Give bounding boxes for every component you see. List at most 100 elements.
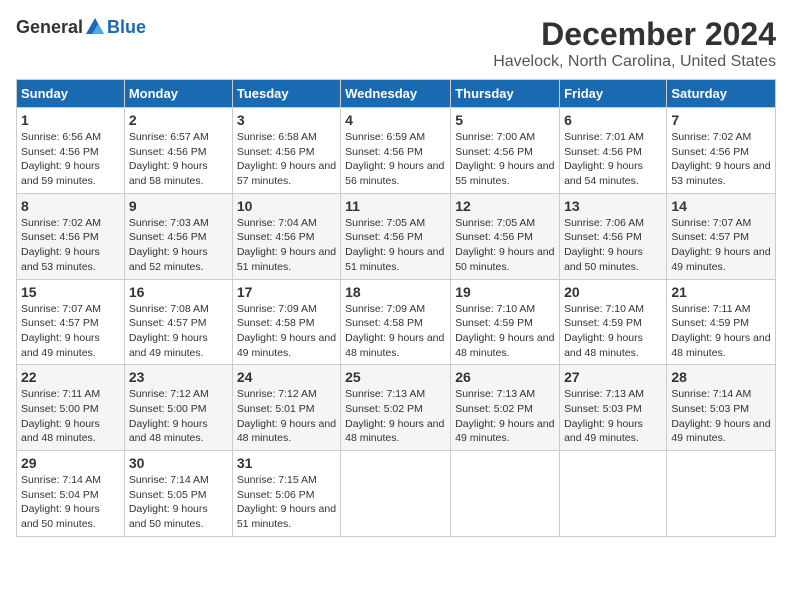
- calendar-cell: 17 Sunrise: 7:09 AM Sunset: 4:58 PM Dayl…: [232, 279, 340, 365]
- day-info: Sunrise: 7:03 AM Sunset: 4:56 PM Dayligh…: [129, 216, 228, 275]
- day-number: 27: [564, 369, 662, 385]
- calendar-cell: 25 Sunrise: 7:13 AM Sunset: 5:02 PM Dayl…: [341, 365, 451, 451]
- calendar-cell: 22 Sunrise: 7:11 AM Sunset: 5:00 PM Dayl…: [17, 365, 125, 451]
- day-info: Sunrise: 6:57 AM Sunset: 4:56 PM Dayligh…: [129, 130, 228, 189]
- day-number: 2: [129, 112, 228, 128]
- day-number: 4: [345, 112, 446, 128]
- day-number: 29: [21, 455, 120, 471]
- calendar-table: SundayMondayTuesdayWednesdayThursdayFrid…: [16, 79, 776, 537]
- day-number: 17: [237, 284, 336, 300]
- day-number: 28: [671, 369, 771, 385]
- day-info: Sunrise: 7:15 AM Sunset: 5:06 PM Dayligh…: [237, 473, 336, 532]
- day-number: 12: [455, 198, 555, 214]
- day-number: 19: [455, 284, 555, 300]
- day-info: Sunrise: 7:14 AM Sunset: 5:04 PM Dayligh…: [21, 473, 120, 532]
- calendar-cell: 27 Sunrise: 7:13 AM Sunset: 5:03 PM Dayl…: [560, 365, 667, 451]
- calendar-cell: [560, 451, 667, 537]
- day-info: Sunrise: 7:11 AM Sunset: 5:00 PM Dayligh…: [21, 387, 120, 446]
- day-info: Sunrise: 7:00 AM Sunset: 4:56 PM Dayligh…: [455, 130, 555, 189]
- calendar-cell: 5 Sunrise: 7:00 AM Sunset: 4:56 PM Dayli…: [451, 108, 560, 194]
- day-number: 21: [671, 284, 771, 300]
- day-info: Sunrise: 7:14 AM Sunset: 5:03 PM Dayligh…: [671, 387, 771, 446]
- day-info: Sunrise: 6:56 AM Sunset: 4:56 PM Dayligh…: [21, 130, 120, 189]
- calendar-cell: [341, 451, 451, 537]
- page-header: General Blue December 2024 Havelock, Nor…: [16, 16, 776, 71]
- calendar-cell: 28 Sunrise: 7:14 AM Sunset: 5:03 PM Dayl…: [667, 365, 776, 451]
- weekday-header-thursday: Thursday: [451, 80, 560, 108]
- calendar-cell: 13 Sunrise: 7:06 AM Sunset: 4:56 PM Dayl…: [560, 193, 667, 279]
- calendar-cell: 9 Sunrise: 7:03 AM Sunset: 4:56 PM Dayli…: [124, 193, 232, 279]
- calendar-cell: [667, 451, 776, 537]
- calendar-cell: 11 Sunrise: 7:05 AM Sunset: 4:56 PM Dayl…: [341, 193, 451, 279]
- day-number: 6: [564, 112, 662, 128]
- calendar-cell: 21 Sunrise: 7:11 AM Sunset: 4:59 PM Dayl…: [667, 279, 776, 365]
- day-number: 8: [21, 198, 120, 214]
- calendar-cell: 26 Sunrise: 7:13 AM Sunset: 5:02 PM Dayl…: [451, 365, 560, 451]
- weekday-header-monday: Monday: [124, 80, 232, 108]
- calendar-cell: 23 Sunrise: 7:12 AM Sunset: 5:00 PM Dayl…: [124, 365, 232, 451]
- month-title: December 2024: [493, 16, 776, 53]
- day-info: Sunrise: 7:11 AM Sunset: 4:59 PM Dayligh…: [671, 302, 771, 361]
- day-info: Sunrise: 7:04 AM Sunset: 4:56 PM Dayligh…: [237, 216, 336, 275]
- calendar-week-row: 29 Sunrise: 7:14 AM Sunset: 5:04 PM Dayl…: [17, 451, 776, 537]
- day-info: Sunrise: 7:07 AM Sunset: 4:57 PM Dayligh…: [21, 302, 120, 361]
- day-info: Sunrise: 7:05 AM Sunset: 4:56 PM Dayligh…: [345, 216, 446, 275]
- calendar-cell: 30 Sunrise: 7:14 AM Sunset: 5:05 PM Dayl…: [124, 451, 232, 537]
- day-info: Sunrise: 7:09 AM Sunset: 4:58 PM Dayligh…: [345, 302, 446, 361]
- calendar-cell: 20 Sunrise: 7:10 AM Sunset: 4:59 PM Dayl…: [560, 279, 667, 365]
- calendar-cell: 24 Sunrise: 7:12 AM Sunset: 5:01 PM Dayl…: [232, 365, 340, 451]
- day-number: 7: [671, 112, 771, 128]
- day-info: Sunrise: 7:10 AM Sunset: 4:59 PM Dayligh…: [455, 302, 555, 361]
- location-title: Havelock, North Carolina, United States: [493, 53, 776, 71]
- weekday-header-row: SundayMondayTuesdayWednesdayThursdayFrid…: [17, 80, 776, 108]
- day-number: 24: [237, 369, 336, 385]
- day-number: 31: [237, 455, 336, 471]
- calendar-cell: 3 Sunrise: 6:58 AM Sunset: 4:56 PM Dayli…: [232, 108, 340, 194]
- day-info: Sunrise: 7:01 AM Sunset: 4:56 PM Dayligh…: [564, 130, 662, 189]
- calendar-cell: 1 Sunrise: 6:56 AM Sunset: 4:56 PM Dayli…: [17, 108, 125, 194]
- day-info: Sunrise: 7:12 AM Sunset: 5:01 PM Dayligh…: [237, 387, 336, 446]
- calendar-cell: 31 Sunrise: 7:15 AM Sunset: 5:06 PM Dayl…: [232, 451, 340, 537]
- day-info: Sunrise: 7:06 AM Sunset: 4:56 PM Dayligh…: [564, 216, 662, 275]
- day-info: Sunrise: 7:09 AM Sunset: 4:58 PM Dayligh…: [237, 302, 336, 361]
- day-info: Sunrise: 7:14 AM Sunset: 5:05 PM Dayligh…: [129, 473, 228, 532]
- calendar-cell: 18 Sunrise: 7:09 AM Sunset: 4:58 PM Dayl…: [341, 279, 451, 365]
- day-number: 30: [129, 455, 228, 471]
- day-number: 26: [455, 369, 555, 385]
- day-number: 23: [129, 369, 228, 385]
- calendar-week-row: 22 Sunrise: 7:11 AM Sunset: 5:00 PM Dayl…: [17, 365, 776, 451]
- logo-icon: [84, 16, 106, 38]
- day-number: 11: [345, 198, 446, 214]
- day-number: 13: [564, 198, 662, 214]
- logo-general-text: General: [16, 17, 83, 38]
- day-number: 5: [455, 112, 555, 128]
- weekday-header-friday: Friday: [560, 80, 667, 108]
- day-info: Sunrise: 7:02 AM Sunset: 4:56 PM Dayligh…: [671, 130, 771, 189]
- day-number: 9: [129, 198, 228, 214]
- calendar-cell: [451, 451, 560, 537]
- calendar-cell: 12 Sunrise: 7:05 AM Sunset: 4:56 PM Dayl…: [451, 193, 560, 279]
- day-info: Sunrise: 6:59 AM Sunset: 4:56 PM Dayligh…: [345, 130, 446, 189]
- day-number: 1: [21, 112, 120, 128]
- day-number: 10: [237, 198, 336, 214]
- day-info: Sunrise: 7:13 AM Sunset: 5:02 PM Dayligh…: [345, 387, 446, 446]
- calendar-cell: 15 Sunrise: 7:07 AM Sunset: 4:57 PM Dayl…: [17, 279, 125, 365]
- day-number: 3: [237, 112, 336, 128]
- calendar-cell: 10 Sunrise: 7:04 AM Sunset: 4:56 PM Dayl…: [232, 193, 340, 279]
- weekday-header-saturday: Saturday: [667, 80, 776, 108]
- day-info: Sunrise: 7:10 AM Sunset: 4:59 PM Dayligh…: [564, 302, 662, 361]
- calendar-cell: 29 Sunrise: 7:14 AM Sunset: 5:04 PM Dayl…: [17, 451, 125, 537]
- day-number: 16: [129, 284, 228, 300]
- logo-blue-text: Blue: [107, 17, 146, 38]
- calendar-week-row: 8 Sunrise: 7:02 AM Sunset: 4:56 PM Dayli…: [17, 193, 776, 279]
- weekday-header-sunday: Sunday: [17, 80, 125, 108]
- calendar-cell: 14 Sunrise: 7:07 AM Sunset: 4:57 PM Dayl…: [667, 193, 776, 279]
- calendar-week-row: 15 Sunrise: 7:07 AM Sunset: 4:57 PM Dayl…: [17, 279, 776, 365]
- weekday-header-tuesday: Tuesday: [232, 80, 340, 108]
- day-info: Sunrise: 7:05 AM Sunset: 4:56 PM Dayligh…: [455, 216, 555, 275]
- calendar-cell: 2 Sunrise: 6:57 AM Sunset: 4:56 PM Dayli…: [124, 108, 232, 194]
- day-info: Sunrise: 7:08 AM Sunset: 4:57 PM Dayligh…: [129, 302, 228, 361]
- day-info: Sunrise: 7:12 AM Sunset: 5:00 PM Dayligh…: [129, 387, 228, 446]
- calendar-cell: 6 Sunrise: 7:01 AM Sunset: 4:56 PM Dayli…: [560, 108, 667, 194]
- day-info: Sunrise: 7:02 AM Sunset: 4:56 PM Dayligh…: [21, 216, 120, 275]
